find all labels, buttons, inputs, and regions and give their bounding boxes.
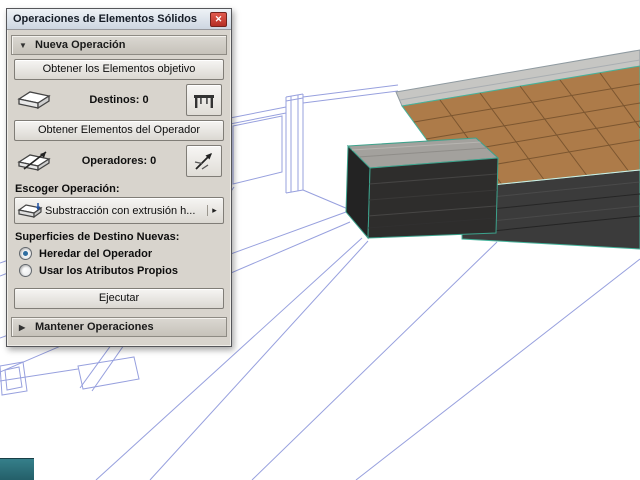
get-operators-button[interactable]: Obtener Elementos del Operador bbox=[14, 120, 224, 141]
section-new-operation[interactable]: ▼ Nueva Operación bbox=[11, 35, 227, 55]
step-solid[interactable] bbox=[345, 137, 500, 240]
chevron-right-icon: ▶ bbox=[19, 322, 26, 332]
dialog-titlebar[interactable]: Operaciones de Elementos Sólidos ✕ bbox=[7, 9, 231, 30]
targets-row: Destinos: 0 bbox=[16, 84, 222, 116]
dialog-title: Operaciones de Elementos Sólidos bbox=[13, 13, 197, 25]
chevron-right-icon: ▸ bbox=[207, 205, 221, 216]
radio-inherit-label: Heredar del Operador bbox=[39, 247, 153, 260]
pick-target-button[interactable] bbox=[186, 84, 222, 116]
radio-button-icon[interactable] bbox=[19, 247, 32, 260]
solid-operations-dialog: Operaciones de Elementos Sólidos ✕ ▼ Nue… bbox=[6, 8, 232, 347]
target-elements-icon bbox=[17, 91, 51, 110]
section-keep-operations[interactable]: ▶ Mantener Operaciones bbox=[11, 317, 227, 337]
radio-own-label: Usar los Atributos Propios bbox=[39, 264, 178, 277]
get-targets-button[interactable]: Obtener los Elementos objetivo bbox=[14, 59, 224, 80]
radio-button-icon[interactable] bbox=[19, 264, 32, 277]
radio-own-attributes[interactable]: Usar los Atributos Propios bbox=[19, 264, 219, 277]
pencil-arrow-icon bbox=[194, 153, 212, 170]
pick-operator-button[interactable] bbox=[186, 145, 222, 177]
section-new-operation-label: Nueva Operación bbox=[35, 39, 126, 51]
section-keep-operations-label: Mantener Operaciones bbox=[35, 321, 154, 333]
chevron-down-icon: ▼ bbox=[19, 40, 27, 50]
operators-row: Operadores: 0 bbox=[16, 145, 222, 177]
table-icon bbox=[194, 95, 214, 108]
radio-inherit-operator[interactable]: Heredar del Operador bbox=[19, 247, 219, 260]
operation-dropdown[interactable]: Substracción con extrusión h... ▸ bbox=[14, 197, 224, 224]
choose-operation-label: Escoger Operación: bbox=[15, 183, 120, 195]
surfaces-label: Superficies de Destino Nuevas: bbox=[15, 231, 180, 243]
operation-selected-value: Substracción con extrusión h... bbox=[45, 204, 196, 217]
operator-elements-icon bbox=[17, 151, 51, 172]
statusbar-corner bbox=[0, 458, 34, 480]
execute-button[interactable]: Ejecutar bbox=[14, 288, 224, 309]
operators-count: Operadores: 0 bbox=[81, 155, 157, 167]
subtraction-operation-icon bbox=[17, 202, 43, 218]
targets-count: Destinos: 0 bbox=[89, 94, 149, 106]
app-screen: Operaciones de Elementos Sólidos ✕ ▼ Nue… bbox=[0, 0, 640, 480]
close-icon[interactable]: ✕ bbox=[210, 11, 227, 27]
